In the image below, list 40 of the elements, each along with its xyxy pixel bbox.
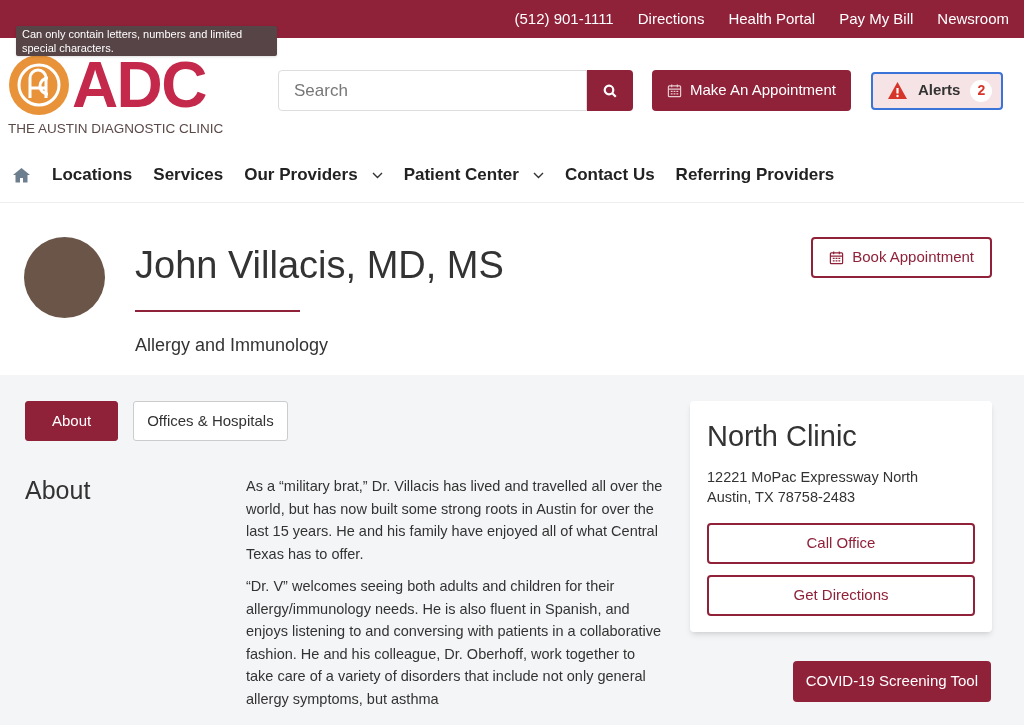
provider-name: John Villacis, MD, MS	[135, 243, 504, 288]
clinic-action-button[interactable]: Get Directions	[707, 575, 975, 616]
nav-link[interactable]: Patient Center	[403, 162, 544, 188]
section-heading: About	[25, 475, 92, 506]
nav-link[interactable]: Referring Providers	[675, 162, 835, 188]
top-bar-link[interactable]: Health Portal	[728, 7, 816, 31]
provider-specialty: Allergy and Immunology	[135, 334, 330, 357]
calendar-icon	[667, 83, 682, 98]
book-appointment-button[interactable]: Book Appointment	[811, 237, 992, 278]
chevron-down-icon	[371, 171, 383, 179]
top-bar-link[interactable]: Directions	[637, 7, 705, 31]
clinic-action-button[interactable]: Call Office	[707, 523, 975, 564]
top-bar-link[interactable]: Newsroom	[937, 7, 1009, 31]
nav-link[interactable]: Our Providers	[244, 162, 383, 188]
nav-link[interactable]: Contact Us	[564, 162, 655, 188]
nav-link[interactable]: Services	[153, 162, 224, 188]
nav-link[interactable]: Locations	[52, 162, 133, 188]
calendar-icon	[829, 250, 845, 265]
tab[interactable]: About	[25, 401, 119, 441]
home-icon[interactable]	[12, 167, 31, 183]
top-bar-link[interactable]: Pay My Bill	[839, 7, 914, 31]
clinic-address-line: 12221 MoPac Expressway North	[707, 468, 920, 487]
logo-tagline: THE AUSTIN DIAGNOSTIC CLINIC	[8, 119, 225, 138]
tooltip: Can only contain letters, numbers and limited special characters.	[16, 26, 277, 56]
covid-screening-button[interactable]: COVID-19 Screening Tool	[792, 661, 991, 702]
alerts-button[interactable]: Alerts 2	[870, 71, 1003, 110]
search-icon	[603, 83, 617, 98]
alert-count-badge: 2	[970, 79, 993, 102]
tab[interactable]: Offices & Hospitals	[133, 401, 288, 441]
search-field[interactable]: Search	[278, 70, 587, 111]
search-button[interactable]	[587, 70, 633, 111]
clinic-name: North Clinic	[707, 419, 858, 453]
top-bar-link[interactable]: (512) 901-1111	[514, 7, 614, 31]
logo-emblem-icon	[8, 53, 70, 116]
warning-icon	[886, 81, 908, 100]
chevron-down-icon	[532, 171, 544, 179]
about-paragraph: As a “military brat,” Dr. Villacis has lived and travelled all over the world, but has now built some strong roots in Austin for over the last 15 years. He and his family have enjoyed all of what Central Texas has to offer.	[246, 477, 664, 564]
about-paragraph: “Dr. V” welcomes seeing both adults and children for their allergy/immunology needs. He is also fluent in Spanish, and enjoys listening to and conversing with patients in a collaborative fashion. He and his colleague, Dr. Oberhoff, work together to take care of a variety of disorders that include not only general allergy symptoms, but asthma	[246, 577, 663, 709]
make-appointment-button[interactable]: Make An Appointment	[652, 70, 851, 111]
clinic-address-line: Austin, TX 78758-2483	[707, 488, 857, 507]
